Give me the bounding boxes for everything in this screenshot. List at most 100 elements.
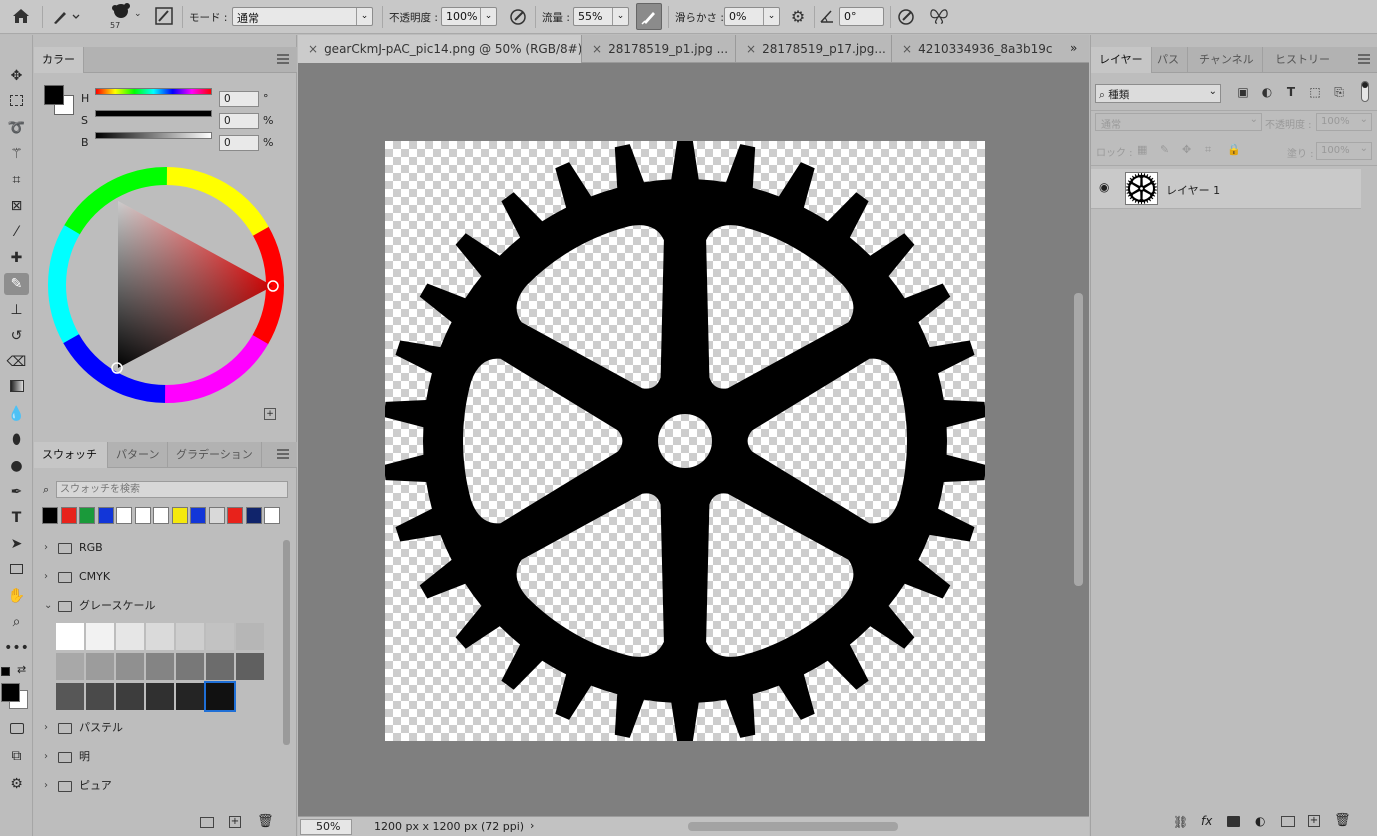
recent-swatch[interactable] [134,507,151,524]
chevron-right-icon[interactable]: › [530,819,534,832]
recent-swatch[interactable] [208,507,225,524]
swatch-folder[interactable]: › ピュア [34,773,282,799]
smoothing-field[interactable]: 0% ⌄ [724,7,780,26]
lock-transparent-icon[interactable]: ▦ [1137,143,1147,156]
chevron-right-icon[interactable]: › [44,773,48,799]
close-icon[interactable]: × [746,42,756,56]
default-colors-icon[interactable] [1,667,10,676]
eraser-tool-icon[interactable]: ⌫ [4,351,29,373]
tab-swatches[interactable]: スウォッチ [34,442,108,468]
filter-type-icon[interactable]: T [1284,85,1298,99]
blur-tool-icon[interactable]: 💧 [4,403,29,425]
fill-field[interactable]: 100% ⌄ [1316,142,1372,160]
recent-swatch[interactable] [116,507,132,524]
grayscale-swatch[interactable] [204,681,236,712]
layer-filter-select[interactable]: ⌕ 種類 ⌄ [1095,84,1221,103]
close-icon[interactable]: × [592,42,602,56]
tab-history[interactable]: ヒストリー [1267,47,1338,73]
grayscale-swatch[interactable] [86,653,114,680]
grayscale-swatch[interactable] [176,683,204,710]
swatch-search-input[interactable] [56,481,288,498]
swatch-folder[interactable]: ⌄ グレースケール [34,593,282,619]
share-icon[interactable]: ⚙ [4,773,29,795]
b-value-field[interactable]: 0 [219,135,259,151]
blend-mode-select[interactable]: 通常 ⌄ [1095,113,1262,131]
history-brush-tool-icon[interactable]: ↺ [4,325,29,347]
zoom-tool-icon[interactable]: ⌕ [4,611,29,633]
tab-channels[interactable]: チャンネル [1191,47,1263,73]
path-selection-tool-icon[interactable]: ➤ [4,533,29,555]
magic-wand-tool-icon[interactable]: ⚚ [4,143,29,165]
grayscale-swatch[interactable] [56,683,84,710]
s-value-field[interactable]: 0 [219,113,259,129]
new-layer-icon[interactable]: + [1308,815,1320,827]
panel-menu-icon[interactable] [277,54,289,64]
recent-swatch[interactable] [190,507,206,524]
grayscale-swatch[interactable] [116,623,144,650]
recent-swatch[interactable] [42,507,58,524]
lock-position-icon[interactable]: ✥ [1182,143,1191,156]
airbrush-toggle-icon[interactable] [636,3,662,30]
adjustment-layer-icon[interactable]: ◐ [1255,814,1265,828]
home-icon[interactable] [10,6,32,28]
grayscale-swatch[interactable] [56,653,84,680]
horizontal-scrollbar[interactable] [688,822,898,831]
brush-settings-panel-icon[interactable] [154,7,174,27]
opacity-field[interactable]: 100% ⌄ [441,7,497,26]
chevron-right-icon[interactable]: › [44,564,48,590]
hue-slider[interactable] [95,88,212,95]
healing-brush-tool-icon[interactable]: ✚ [4,247,29,269]
add-swatch-icon[interactable]: + [264,408,276,420]
pressure-size-icon[interactable] [896,8,916,28]
swatch-folder[interactable]: › RGB [34,535,282,561]
saturation-slider[interactable] [95,110,212,117]
grayscale-swatch[interactable] [146,623,174,650]
angle-field[interactable]: 0° [839,7,884,26]
add-mask-icon[interactable] [1227,816,1240,827]
layer-style-icon[interactable]: fx [1201,814,1212,828]
filter-toggle-switch[interactable] [1361,81,1369,102]
panel-menu-icon[interactable] [1358,54,1370,64]
grayscale-swatch[interactable] [206,653,234,680]
link-layers-icon[interactable]: ⛓ [1173,815,1188,829]
screen-mode-icon[interactable]: ⧉ [4,745,29,767]
layer-opacity-field[interactable]: 100% ⌄ [1316,113,1372,131]
grayscale-swatch[interactable] [206,623,234,650]
lock-all-icon[interactable]: 🔒 [1227,143,1241,156]
lock-artboard-icon[interactable]: ⌗ [1205,143,1211,157]
document-tab[interactable]: × 28178519_p17.jpg... [736,35,892,63]
chevron-right-icon[interactable]: › [44,715,48,741]
chevron-down-icon[interactable]: ⌄ [44,593,52,619]
recent-swatch[interactable] [97,507,114,524]
pen-tool-icon[interactable]: ✒ [4,481,29,503]
burn-tool-icon[interactable]: ● [4,455,29,477]
brightness-slider[interactable] [95,132,212,139]
grayscale-swatch[interactable] [236,623,264,650]
color-wheel[interactable] [46,165,286,405]
grayscale-swatch[interactable] [56,623,84,650]
rectangle-tool-icon[interactable] [4,559,29,581]
tab-color[interactable]: カラー [34,47,84,73]
grayscale-swatch[interactable] [176,653,204,680]
type-tool-icon[interactable]: T [4,507,29,529]
recent-swatch[interactable] [227,507,243,524]
hand-tool-icon[interactable]: ✋ [4,585,29,607]
frame-tool-icon[interactable]: ⊠ [4,195,29,217]
grayscale-swatch[interactable] [116,653,144,680]
tab-gradients[interactable]: グラデーション [168,442,262,468]
grayscale-swatch[interactable] [176,623,204,650]
gradient-tool-icon[interactable] [4,377,29,399]
recent-swatch[interactable] [171,507,188,524]
pressure-opacity-icon[interactable] [508,8,528,28]
canvas[interactable] [384,139,986,743]
swatch-folder[interactable]: › CMYK [34,564,282,590]
flow-field[interactable]: 55% ⌄ [573,7,629,26]
eye-visibility-icon[interactable]: ◉ [1099,180,1109,194]
grayscale-swatch[interactable] [146,653,174,680]
brush-preset-picker[interactable]: 57 ⌄ [104,2,148,32]
swap-colors-icon[interactable]: ⇄ [17,663,26,676]
marquee-tool-icon[interactable] [4,91,29,113]
gear-icon[interactable]: ⚙ [788,8,808,28]
recent-swatch[interactable] [264,507,280,524]
panel-menu-icon[interactable] [277,449,289,459]
